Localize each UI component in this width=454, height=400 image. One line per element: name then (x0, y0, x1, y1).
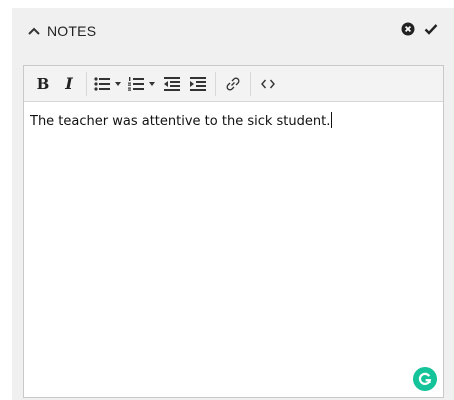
close-circle-icon[interactable] (401, 22, 415, 36)
link-icon (225, 76, 241, 92)
outdent-icon (164, 76, 180, 91)
panel-header: NOTES (12, 8, 454, 54)
source-code-button[interactable] (255, 71, 281, 97)
toolbar-divider (250, 71, 251, 96)
numbered-list-icon (128, 76, 156, 91)
bulleted-list-button[interactable] (91, 71, 125, 97)
editor-toolbar: B I (24, 66, 443, 102)
increase-indent-button[interactable] (185, 71, 211, 97)
bullet-list-icon (94, 76, 122, 91)
notes-panel: NOTES B I The teacher was attentive to t… (12, 8, 454, 400)
bold-button[interactable]: B (30, 71, 56, 97)
panel-title: NOTES (47, 23, 97, 39)
caret-up-icon[interactable] (28, 27, 40, 35)
editor-content[interactable]: The teacher was attentive to the sick st… (24, 102, 443, 141)
italic-button[interactable]: I (56, 71, 82, 97)
code-icon (261, 79, 275, 89)
notes-editor: B I The teacher was attentive to the sic… (23, 65, 444, 398)
checkmark-icon[interactable] (424, 23, 438, 35)
link-button[interactable] (220, 71, 246, 97)
decrease-indent-button[interactable] (159, 71, 185, 97)
toolbar-divider (215, 71, 216, 96)
text-cursor (331, 112, 333, 128)
numbered-list-button[interactable] (125, 71, 159, 97)
toolbar-divider (86, 71, 87, 96)
indent-icon (190, 76, 206, 91)
collapse-toggle[interactable]: NOTES (28, 23, 96, 39)
bold-label: B (36, 74, 50, 93)
grammarly-icon[interactable] (413, 367, 437, 391)
italic-label: I (65, 74, 73, 93)
header-actions (401, 22, 438, 36)
note-text: The teacher was attentive to the sick st… (30, 114, 331, 129)
